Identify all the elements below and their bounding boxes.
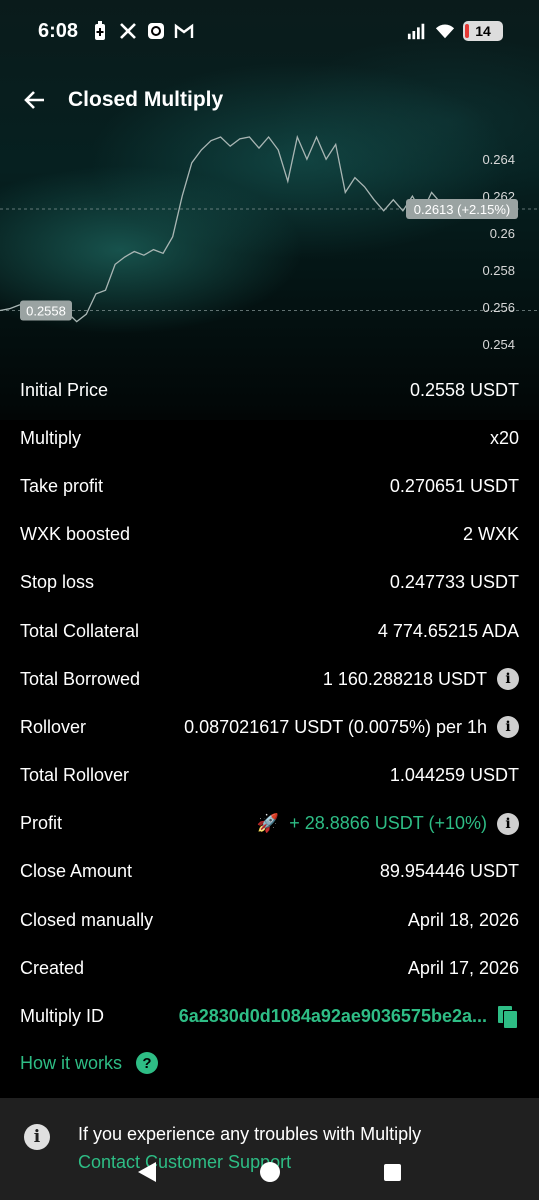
detail-label: Initial Price	[20, 379, 109, 400]
multiply-id-value[interactable]: 6a2830d0d1084a92ae9036575be2a...	[179, 1006, 487, 1027]
total-borrowed-value: 1 160.288218 USDT	[322, 668, 487, 689]
back-button[interactable]	[20, 85, 50, 115]
detail-row-created: Created April 17, 2026	[0, 944, 539, 992]
how-it-works-link[interactable]: How it works ?	[20, 1052, 159, 1074]
system-nav-bar	[0, 1144, 539, 1200]
info-icon[interactable]: i	[497, 668, 519, 691]
detail-value: 6a2830d0d1084a92ae9036575be2a...	[179, 1005, 519, 1029]
detail-label: Profit	[20, 813, 63, 834]
question-icon: ?	[136, 1052, 159, 1074]
status-time: 6:08	[38, 19, 79, 42]
total-rollover-value: 1.044259 USDT	[389, 765, 519, 786]
detail-label: Created	[20, 957, 85, 978]
detail-value: 1 160.288218 USDT i	[322, 668, 519, 691]
price-chart: 0.2640.2620.260.2580.2560.2540.25580.261…	[0, 134, 539, 352]
multiply-value: x20	[489, 427, 519, 448]
signal-icon	[407, 21, 427, 41]
how-it-works-label: How it works	[20, 1052, 123, 1073]
detail-row-closed-manually: Closed manually April 18, 2026	[0, 896, 539, 944]
exit-price-label: 0.2613 (+2.15%)	[414, 202, 510, 217]
close-amount-value: 89.954446 USDT	[379, 861, 519, 882]
battery-indicator: 14	[463, 21, 503, 41]
rocket-icon: 🚀	[256, 813, 280, 834]
nav-home-icon[interactable]	[260, 1162, 280, 1182]
detail-value: 0.2558 USDT	[410, 380, 519, 401]
y-tick-label: 0.254	[482, 337, 515, 352]
app-icon	[146, 21, 166, 41]
detail-row-total-collateral: Total Collateral 4 774.65215 ADA	[0, 607, 539, 655]
detail-label: Stop loss	[20, 572, 95, 593]
detail-label: Total Borrowed	[20, 668, 141, 689]
profit-value: + 28.8866 USDT (+10%)	[289, 813, 487, 834]
detail-value: x20	[490, 428, 519, 449]
battery-saver-icon	[90, 21, 110, 41]
detail-label: Multiply ID	[20, 1006, 105, 1027]
info-icon[interactable]: i	[497, 716, 519, 739]
stop-loss-value: 0.247733 USDT	[389, 572, 519, 593]
status-bar: 6:08 14	[0, 0, 539, 62]
detail-label: WXK boosted	[20, 524, 131, 545]
detail-row-wxk-boosted: WXK boosted 2 WXK	[0, 511, 539, 559]
detail-row-take-profit: Take profit 0.270651 USDT	[0, 462, 539, 510]
detail-label: Rollover	[20, 716, 87, 737]
detail-value: 4 774.65215 ADA	[378, 621, 519, 642]
detail-value: April 17, 2026	[408, 958, 519, 979]
detail-row-stop-loss: Stop loss 0.247733 USDT	[0, 559, 539, 607]
detail-row-multiply: Multiply x20	[0, 414, 539, 462]
y-tick-label: 0.26	[490, 226, 515, 241]
detail-value: 🚀 + 28.8866 USDT (+10%) i	[256, 812, 519, 835]
detail-label: Take profit	[20, 475, 104, 496]
detail-row-profit: Profit 🚀 + 28.8866 USDT (+10%) i	[0, 800, 539, 848]
total-collateral-value: 4 774.65215 ADA	[377, 620, 519, 641]
wifi-icon	[435, 21, 455, 41]
info-icon[interactable]: i	[497, 812, 519, 835]
detail-value: 89.954446 USDT	[380, 861, 519, 882]
details-list: Initial Price 0.2558 USDT Multiply x20 T…	[0, 366, 539, 1041]
wxk-boosted-value: 2 WXK	[462, 524, 519, 545]
y-tick-label: 0.264	[482, 152, 515, 167]
page-header: Closed Multiply	[0, 72, 539, 128]
closed-date-value: April 18, 2026	[407, 909, 519, 930]
detail-value: 2 WXK	[463, 524, 519, 545]
x-logo-icon	[118, 21, 138, 41]
detail-label: Multiply	[20, 427, 82, 448]
page-title: Closed Multiply	[68, 88, 224, 111]
detail-row-rollover: Rollover 0.087021617 USDT (0.0075%) per …	[0, 703, 539, 751]
detail-row-close-amount: Close Amount 89.954446 USDT	[0, 848, 539, 896]
detail-label: Total Rollover	[20, 765, 130, 786]
created-date-value: April 17, 2026	[407, 957, 519, 978]
initial-price-value: 0.2558 USDT	[409, 379, 519, 400]
detail-label: Close Amount	[20, 861, 133, 882]
detail-value: April 18, 2026	[408, 910, 519, 931]
detail-label: Total Collateral	[20, 620, 140, 641]
detail-value: 0.270651 USDT	[390, 476, 519, 497]
gmail-icon	[174, 21, 194, 41]
detail-value: 0.247733 USDT	[390, 572, 519, 593]
take-profit-value: 0.270651 USDT	[389, 475, 519, 496]
rollover-value: 0.087021617 USDT (0.0075%) per 1h	[184, 716, 487, 737]
detail-row-total-rollover: Total Rollover 1.044259 USDT	[0, 752, 539, 800]
detail-label: Closed manually	[20, 909, 154, 930]
detail-value: 0.087021617 USDT (0.0075%) per 1h i	[184, 716, 519, 739]
nav-back-icon[interactable]	[138, 1162, 156, 1182]
detail-row-multiply-id: Multiply ID 6a2830d0d1084a92ae9036575be2…	[0, 992, 539, 1040]
detail-row-initial-price: Initial Price 0.2558 USDT	[0, 366, 539, 414]
detail-value: 1.044259 USDT	[390, 765, 519, 786]
nav-recents-icon[interactable]	[384, 1163, 401, 1181]
entry-price-label: 0.2558	[26, 304, 66, 319]
copy-icon[interactable]	[497, 1005, 519, 1029]
price-series-line	[0, 134, 471, 323]
arrow-left-icon	[24, 91, 44, 109]
y-tick-label: 0.258	[482, 263, 515, 278]
detail-row-total-borrowed: Total Borrowed 1 160.288218 USDT i	[0, 655, 539, 703]
y-tick-label: 0.256	[482, 300, 515, 315]
